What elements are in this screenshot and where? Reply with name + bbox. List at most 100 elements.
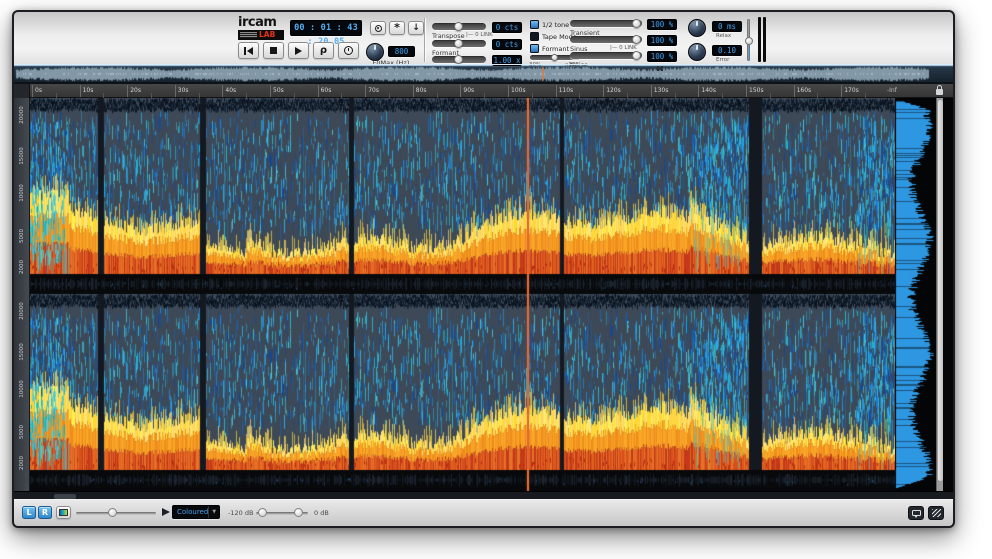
- spectrum-db-label: -Inf: [887, 87, 897, 94]
- noise-slider[interactable]: [570, 52, 642, 59]
- ruler-tick-label: 100s: [511, 87, 526, 94]
- transpose-slider-thumb[interactable]: [454, 22, 463, 31]
- app-window: ircam LAB 00 : 01 : 43 : 20.05 * ↓ ρ 800…: [12, 10, 955, 528]
- ruler-tick-label: 130s: [654, 87, 669, 94]
- waveform-overview[interactable]: [14, 66, 953, 82]
- f0max-value: 800: [388, 46, 415, 57]
- db-range-thumb-low[interactable]: [258, 508, 267, 517]
- formant-slider-thumb[interactable]: [454, 39, 463, 48]
- resize-grip[interactable]: [928, 506, 944, 520]
- comment-button[interactable]: [908, 506, 924, 520]
- sinus-slider[interactable]: [570, 36, 642, 43]
- transient-slider[interactable]: [570, 20, 642, 27]
- stretch-value: 1.00 x: [492, 55, 522, 66]
- noise-slider-thumb[interactable]: [632, 51, 641, 60]
- ircam-lab-logo: ircam LAB: [238, 17, 286, 40]
- ruler-tick-label: 70s: [368, 87, 379, 94]
- play-triangle-icon[interactable]: [162, 508, 170, 516]
- colormap-dropdown[interactable]: Coloured ▼: [172, 505, 220, 519]
- stretch-range-thumb[interactable]: [551, 54, 558, 61]
- transpose-value: 0 cts: [492, 22, 522, 33]
- formant-checkbox[interactable]: Formant: [530, 44, 569, 53]
- toolbar-handle[interactable]: [763, 17, 766, 62]
- rho-icon: ρ: [320, 46, 327, 56]
- ruler-tick-label: 160s: [797, 87, 812, 94]
- remix-link-label[interactable]: |— 0 LINK: [610, 45, 637, 51]
- top-toolbar: ircam LAB 00 : 01 : 43 : 20.05 * ↓ ρ 800…: [14, 12, 953, 66]
- frequency-label: 5000: [19, 221, 25, 251]
- spectrum-analyzer-panel: [895, 98, 936, 491]
- right-channel-button[interactable]: R: [38, 506, 52, 519]
- ruler-tick-label: 60s: [321, 87, 332, 94]
- ruler-tick-label: 140s: [701, 87, 716, 94]
- stop-icon: [270, 47, 277, 54]
- horizontal-scrollbar-thumb[interactable]: [54, 494, 76, 499]
- frequency-label: 2000: [19, 448, 25, 478]
- grip-icon: [932, 509, 941, 517]
- skip-to-start-button[interactable]: [238, 42, 259, 59]
- relax-knob[interactable]: [688, 19, 706, 37]
- ruler-tick-label: 120s: [606, 87, 621, 94]
- left-channel-button[interactable]: L: [22, 506, 36, 519]
- transpose-slider[interactable]: [432, 23, 486, 30]
- ruler-tick-label: 50s: [273, 87, 284, 94]
- stretch-slider[interactable]: [432, 56, 486, 63]
- frequency-label: 20000: [19, 296, 25, 326]
- pitch-link-label[interactable]: |— 0 LINK: [466, 32, 493, 38]
- record-dot-button[interactable]: [370, 21, 386, 35]
- colormap-button[interactable]: [56, 506, 71, 519]
- overview-loop-marker[interactable]: [661, 66, 663, 71]
- transient-value: 100 %: [647, 19, 677, 30]
- play-icon: [295, 47, 302, 55]
- checkbox-icon: [530, 20, 539, 29]
- formant-value: 0 cts: [492, 39, 522, 50]
- db-max-label: 0 dB: [314, 509, 329, 517]
- ruler-corner: [14, 84, 30, 98]
- ruler-tick-label: 0s: [35, 87, 42, 94]
- toolbar-handle[interactable]: [758, 17, 761, 62]
- frequency-axis: 20000150001000050002000 2000015000100005…: [14, 98, 30, 491]
- ruler-tick-label: 90s: [463, 87, 474, 94]
- colormap-dropdown-value: Coloured: [173, 508, 208, 516]
- arrow-down-icon: ↓: [412, 24, 420, 33]
- play-button[interactable]: [288, 42, 309, 59]
- overview-loop-marker[interactable]: [657, 66, 659, 71]
- overview-waveform-canvas[interactable]: [14, 66, 953, 82]
- db-range-thumb-high[interactable]: [294, 508, 303, 517]
- lock-icon[interactable]: [936, 89, 943, 95]
- logo-hatch-icon: [240, 32, 257, 38]
- sinus-slider-thumb[interactable]: [632, 35, 641, 44]
- mix-vertical-thumb[interactable]: [745, 37, 753, 45]
- loop-button[interactable]: ρ: [313, 42, 334, 59]
- stop-button[interactable]: [263, 42, 284, 59]
- db-min-label: -120 dB: [228, 509, 253, 517]
- ruler-tick-label: 80s: [416, 87, 427, 94]
- frequency-label: 2000: [19, 252, 25, 282]
- horizontal-scrollbar[interactable]: [14, 491, 953, 499]
- frequency-label: 15000: [19, 141, 25, 171]
- snowflake-button[interactable]: *: [389, 21, 405, 35]
- vertical-scrollbar[interactable]: [936, 98, 943, 491]
- clock-button[interactable]: [338, 42, 359, 59]
- error-label: Error: [716, 57, 729, 63]
- timeline-ruler[interactable]: 0s10s20s30s40s50s60s70s80s90s100s110s120…: [14, 84, 953, 98]
- ruler-tick-label: 10s: [83, 87, 94, 94]
- error-knob[interactable]: [688, 43, 706, 61]
- circle-dot-icon: [375, 25, 382, 32]
- halftone-checkbox[interactable]: 1/2 tone: [530, 20, 569, 29]
- mix-vertical-slider[interactable]: [747, 19, 750, 61]
- timecode-display: 00 : 01 : 43 : 20.05: [290, 20, 362, 36]
- spectrogram-canvas[interactable]: [30, 98, 895, 491]
- arrow-down-button[interactable]: ↓: [408, 21, 424, 35]
- ruler-tick-label: 150s: [749, 87, 764, 94]
- formant-slider[interactable]: [432, 40, 486, 47]
- zoom-slider-thumb[interactable]: [108, 508, 117, 517]
- stretch-slider-thumb[interactable]: [454, 55, 463, 64]
- ruler-tick-label: 40s: [225, 87, 236, 94]
- checkbox-icon: [530, 32, 539, 41]
- transient-slider-thumb[interactable]: [632, 19, 641, 28]
- ruler-tick-label: 170s: [844, 87, 859, 94]
- ruler-tick-label: 110s: [559, 87, 574, 94]
- relax-value: 0 ms: [712, 21, 742, 32]
- error-value: 0.10: [712, 45, 742, 56]
